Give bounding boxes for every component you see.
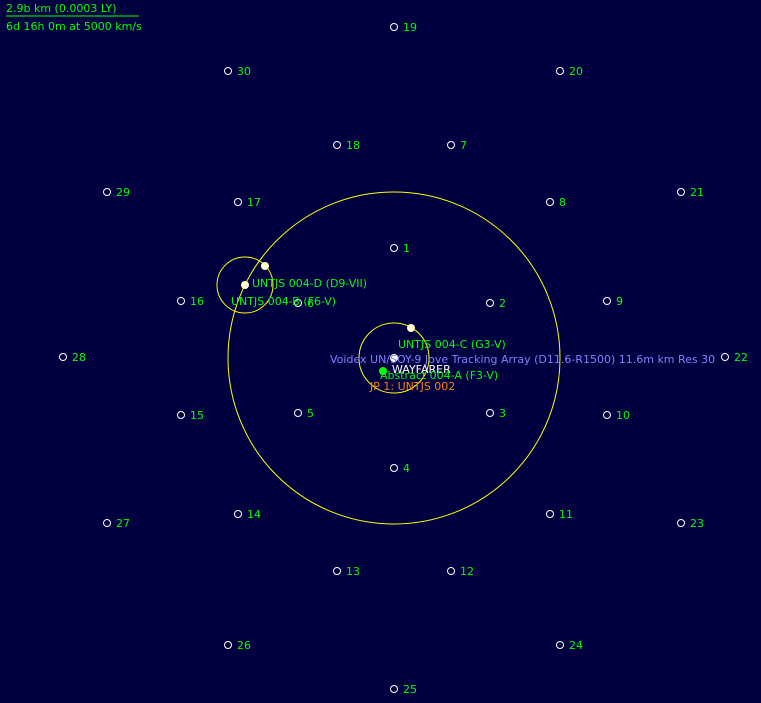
waypoint-label: 8 bbox=[559, 196, 566, 209]
waypoint-label: 11 bbox=[559, 508, 573, 521]
waypoint-label: 20 bbox=[569, 65, 583, 78]
travel-time: 6d 16h 0m at 5000 km/s bbox=[6, 20, 142, 33]
waypoint-label: 23 bbox=[690, 517, 704, 530]
waypoint-label: 17 bbox=[247, 196, 261, 209]
scale-distance: 2.9b km (0.0003 LY) bbox=[6, 2, 117, 15]
star-c[interactable] bbox=[407, 324, 415, 332]
star-d-label: UNTJS 004-D (D9-VII) bbox=[252, 277, 367, 290]
waypoint-label: 22 bbox=[734, 351, 748, 364]
waypoint-label: 15 bbox=[190, 409, 204, 422]
star-c-label: UNTJS 004-C (G3-V) bbox=[398, 338, 506, 351]
waypoint-label: 26 bbox=[237, 639, 251, 652]
waypoint-label: 29 bbox=[116, 186, 130, 199]
waypoint-label: 1 bbox=[403, 242, 410, 255]
waypoint-label: 24 bbox=[569, 639, 583, 652]
star-b-label: UNTJS 004-B (F6-V) bbox=[231, 295, 336, 308]
waypoint-label: 19 bbox=[403, 21, 417, 34]
selected-body-label[interactable]: Voidex UN/SOY-9 Jove Tracking Array (D11… bbox=[330, 353, 715, 366]
waypoint-label: 5 bbox=[307, 407, 314, 420]
waypoint-label: 14 bbox=[247, 508, 261, 521]
waypoint-label: 2 bbox=[499, 297, 506, 310]
waypoint-label: 13 bbox=[346, 565, 360, 578]
system-map[interactable]: 2.9b km (0.0003 LY) 6d 16h 0m at 5000 km… bbox=[0, 0, 761, 703]
waypoint-label: 9 bbox=[616, 295, 623, 308]
jump-point-label[interactable]: JP 1: UNTJS 002 bbox=[369, 380, 455, 393]
waypoint-label: 21 bbox=[690, 186, 704, 199]
waypoint-label: 16 bbox=[190, 295, 204, 308]
waypoint-label: 4 bbox=[403, 462, 410, 475]
waypoint-label: 10 bbox=[616, 409, 630, 422]
waypoint-label: 27 bbox=[116, 517, 130, 530]
waypoint-label: 28 bbox=[72, 351, 86, 364]
map-background bbox=[0, 0, 761, 703]
star-d-companion[interactable] bbox=[261, 262, 269, 270]
waypoint-label: 18 bbox=[346, 139, 360, 152]
waypoint-label: 3 bbox=[499, 407, 506, 420]
waypoint-label: 30 bbox=[237, 65, 251, 78]
waypoint-label: 12 bbox=[460, 565, 474, 578]
star-d[interactable] bbox=[241, 281, 249, 289]
waypoint-label: 7 bbox=[460, 139, 467, 152]
waypoint-label: 25 bbox=[403, 683, 417, 696]
